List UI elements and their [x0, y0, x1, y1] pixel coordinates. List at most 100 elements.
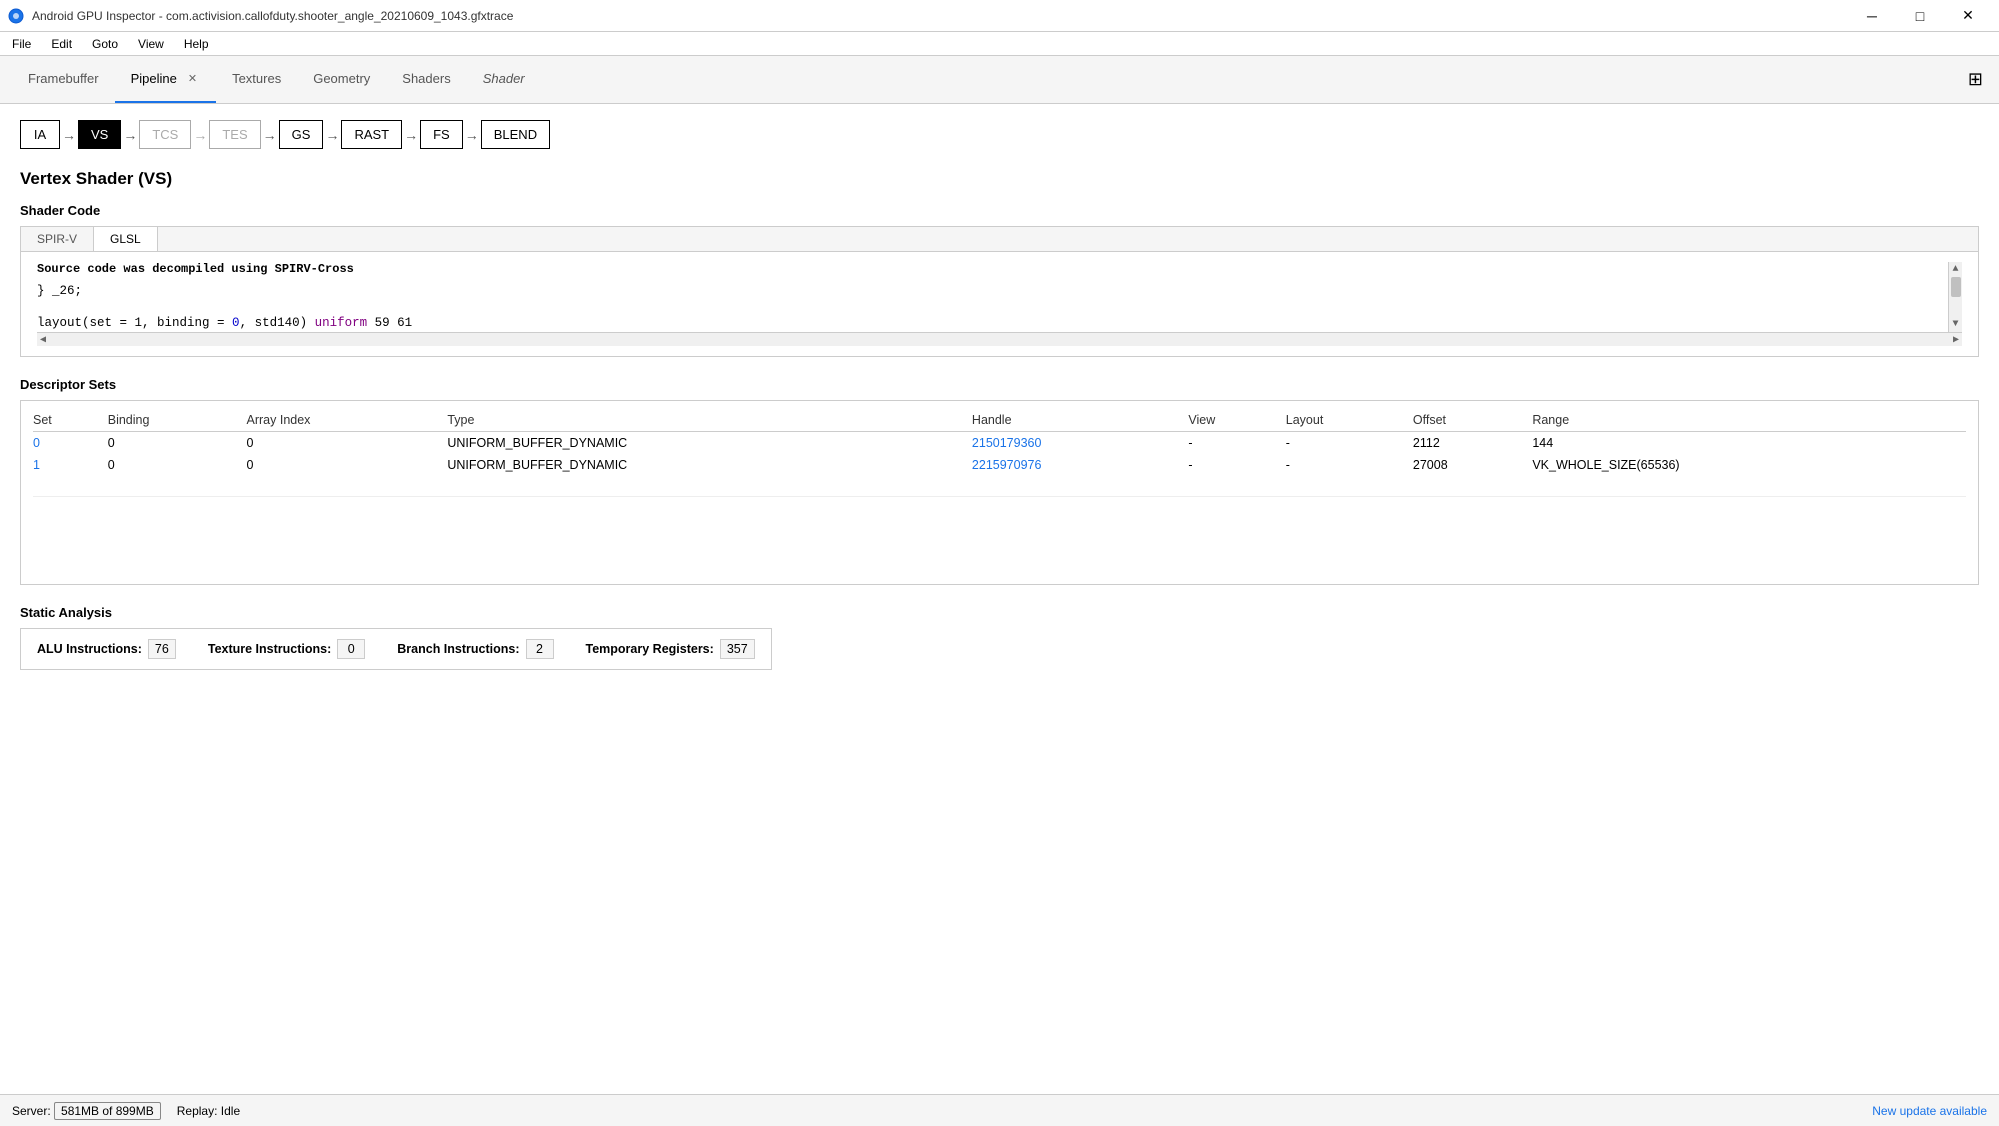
menu-goto[interactable]: Goto [84, 35, 126, 53]
col-handle: Handle [972, 409, 1188, 432]
col-binding: Binding [108, 409, 247, 432]
tab-textures-label: Textures [232, 71, 281, 86]
stage-gs[interactable]: GS [279, 120, 324, 149]
descriptor-table-empty-area [33, 496, 1966, 576]
branch-label: Branch Instructions: [397, 642, 519, 656]
set-link-1[interactable]: 1 [33, 458, 40, 472]
stage-fs[interactable]: FS [420, 120, 463, 149]
window-title: Android GPU Inspector - com.activision.c… [32, 9, 513, 23]
code-tab-bar: SPIR-V GLSL [21, 227, 1978, 252]
code-tab-glsl[interactable]: GLSL [94, 227, 158, 251]
tabs-bar: Framebuffer Pipeline ✕ Textures Geometry… [0, 56, 1999, 104]
temp-reg-label: Temporary Registers: [586, 642, 714, 656]
h-scroll-left[interactable]: ◀ [37, 334, 49, 346]
col-view: View [1188, 409, 1285, 432]
replay-label: Replay: [177, 1104, 221, 1118]
code-scrollbar-horizontal[interactable]: ◀ ▶ [37, 332, 1962, 346]
table-row: 1 0 0 UNIFORM_BUFFER_DYNAMIC 2215970976 … [33, 454, 1966, 476]
pipeline-diagram: IA → VS → TCS → TES → GS → RAST → FS → B… [20, 120, 1979, 149]
handle-link-1[interactable]: 2215970976 [972, 458, 1042, 472]
static-analysis-box: ALU Instructions: 76 Texture Instruction… [20, 628, 772, 670]
tab-geometry-label: Geometry [313, 71, 370, 86]
replay-status: Replay: Idle [177, 1104, 240, 1118]
descriptor-sets-label: Descriptor Sets [20, 377, 1979, 392]
arrow-4: → [261, 127, 279, 143]
col-offset: Offset [1413, 409, 1532, 432]
code-line-2 [37, 300, 1948, 314]
minimize-button[interactable]: ─ [1849, 0, 1895, 32]
branch-value: 2 [526, 639, 554, 659]
arrow-3: → [191, 127, 209, 143]
scroll-up-arrow[interactable]: ▲ [1952, 264, 1958, 275]
col-range: Range [1532, 409, 1966, 432]
tab-list: Framebuffer Pipeline ✕ Textures Geometry… [12, 56, 541, 103]
code-line-1: } _26; [37, 284, 1948, 298]
stage-tes[interactable]: TES [209, 120, 260, 149]
arrow-2: → [121, 127, 139, 143]
menu-help[interactable]: Help [176, 35, 217, 53]
tab-geometry[interactable]: Geometry [297, 56, 386, 103]
texture-label: Texture Instructions: [208, 642, 331, 656]
server-label: Server: [12, 1104, 54, 1118]
tab-framebuffer-label: Framebuffer [28, 71, 99, 86]
vertex-shader-title: Vertex Shader (VS) [20, 169, 1979, 189]
h-scroll-right[interactable]: ▶ [1950, 334, 1962, 346]
table-row: 0 0 0 UNIFORM_BUFFER_DYNAMIC 2150179360 … [33, 432, 1966, 455]
server-status: Server: 581MB of 899MB [12, 1104, 161, 1118]
title-bar: Android GPU Inspector - com.activision.c… [0, 0, 1999, 32]
code-tab-spirv[interactable]: SPIR-V [21, 227, 94, 251]
app-icon [8, 8, 24, 24]
arrow-5: → [323, 127, 341, 143]
col-array-index: Array Index [247, 409, 448, 432]
stage-blend[interactable]: BLEND [481, 120, 550, 149]
scroll-thumb[interactable] [1951, 277, 1961, 297]
descriptor-table-wrapper: Set Binding Array Index Type Handle View… [21, 401, 1978, 584]
h-scroll-track [49, 333, 1950, 346]
col-layout: Layout [1286, 409, 1413, 432]
tab-pipeline-close[interactable]: ✕ [185, 71, 200, 86]
tab-pipeline[interactable]: Pipeline ✕ [115, 56, 216, 103]
menu-view[interactable]: View [130, 35, 172, 53]
status-left: Server: 581MB of 899MB Replay: Idle [12, 1104, 240, 1118]
descriptor-table: Set Binding Array Index Type Handle View… [33, 409, 1966, 476]
menu-edit[interactable]: Edit [43, 35, 80, 53]
tab-textures[interactable]: Textures [216, 56, 297, 103]
window-controls: ─ □ ✕ [1849, 0, 1991, 32]
code-content-area: Source code was decompiled using SPIRV-C… [21, 252, 1978, 356]
arrow-7: → [463, 127, 481, 143]
update-link[interactable]: New update available [1872, 1104, 1987, 1118]
set-link-0[interactable]: 0 [33, 436, 40, 450]
handle-link-0[interactable]: 2150179360 [972, 436, 1042, 450]
tab-framebuffer[interactable]: Framebuffer [12, 56, 115, 103]
texture-value: 0 [337, 639, 365, 659]
tab-shader[interactable]: Shader [467, 56, 541, 103]
stage-ia[interactable]: IA [20, 120, 60, 149]
code-scrollbar-vertical[interactable]: ▲ ▼ [1948, 262, 1962, 332]
stage-rast[interactable]: RAST [341, 120, 402, 149]
tab-shader-label: Shader [483, 71, 525, 86]
scroll-track [1949, 277, 1962, 317]
close-button[interactable]: ✕ [1945, 0, 1991, 32]
code-decompile-note: Source code was decompiled using SPIRV-C… [37, 262, 1948, 276]
descriptor-sets-container: Set Binding Array Index Type Handle View… [20, 400, 1979, 585]
scroll-down-arrow[interactable]: ▼ [1952, 319, 1958, 330]
col-type: Type [447, 409, 972, 432]
tab-shaders[interactable]: Shaders [386, 56, 466, 103]
temp-reg-value: 357 [720, 639, 755, 659]
alu-value: 76 [148, 639, 176, 659]
arrow-1: → [60, 127, 78, 143]
shader-code-label: Shader Code [20, 203, 1979, 218]
static-analysis-label: Static Analysis [20, 605, 1979, 620]
restore-button[interactable]: □ [1897, 0, 1943, 32]
stage-tcs[interactable]: TCS [139, 120, 191, 149]
stage-vs[interactable]: VS [78, 120, 121, 149]
tab-pipeline-label: Pipeline [131, 71, 177, 86]
layout-icon[interactable]: ⊞ [1964, 65, 1987, 94]
status-bar: Server: 581MB of 899MB Replay: Idle New … [0, 1094, 1999, 1126]
replay-value: Idle [221, 1104, 240, 1118]
menu-file[interactable]: File [4, 35, 39, 53]
tab-shaders-label: Shaders [402, 71, 450, 86]
menu-bar: File Edit Goto View Help [0, 32, 1999, 56]
main-content: IA → VS → TCS → TES → GS → RAST → FS → B… [0, 104, 1999, 1094]
arrow-6: → [402, 127, 420, 143]
